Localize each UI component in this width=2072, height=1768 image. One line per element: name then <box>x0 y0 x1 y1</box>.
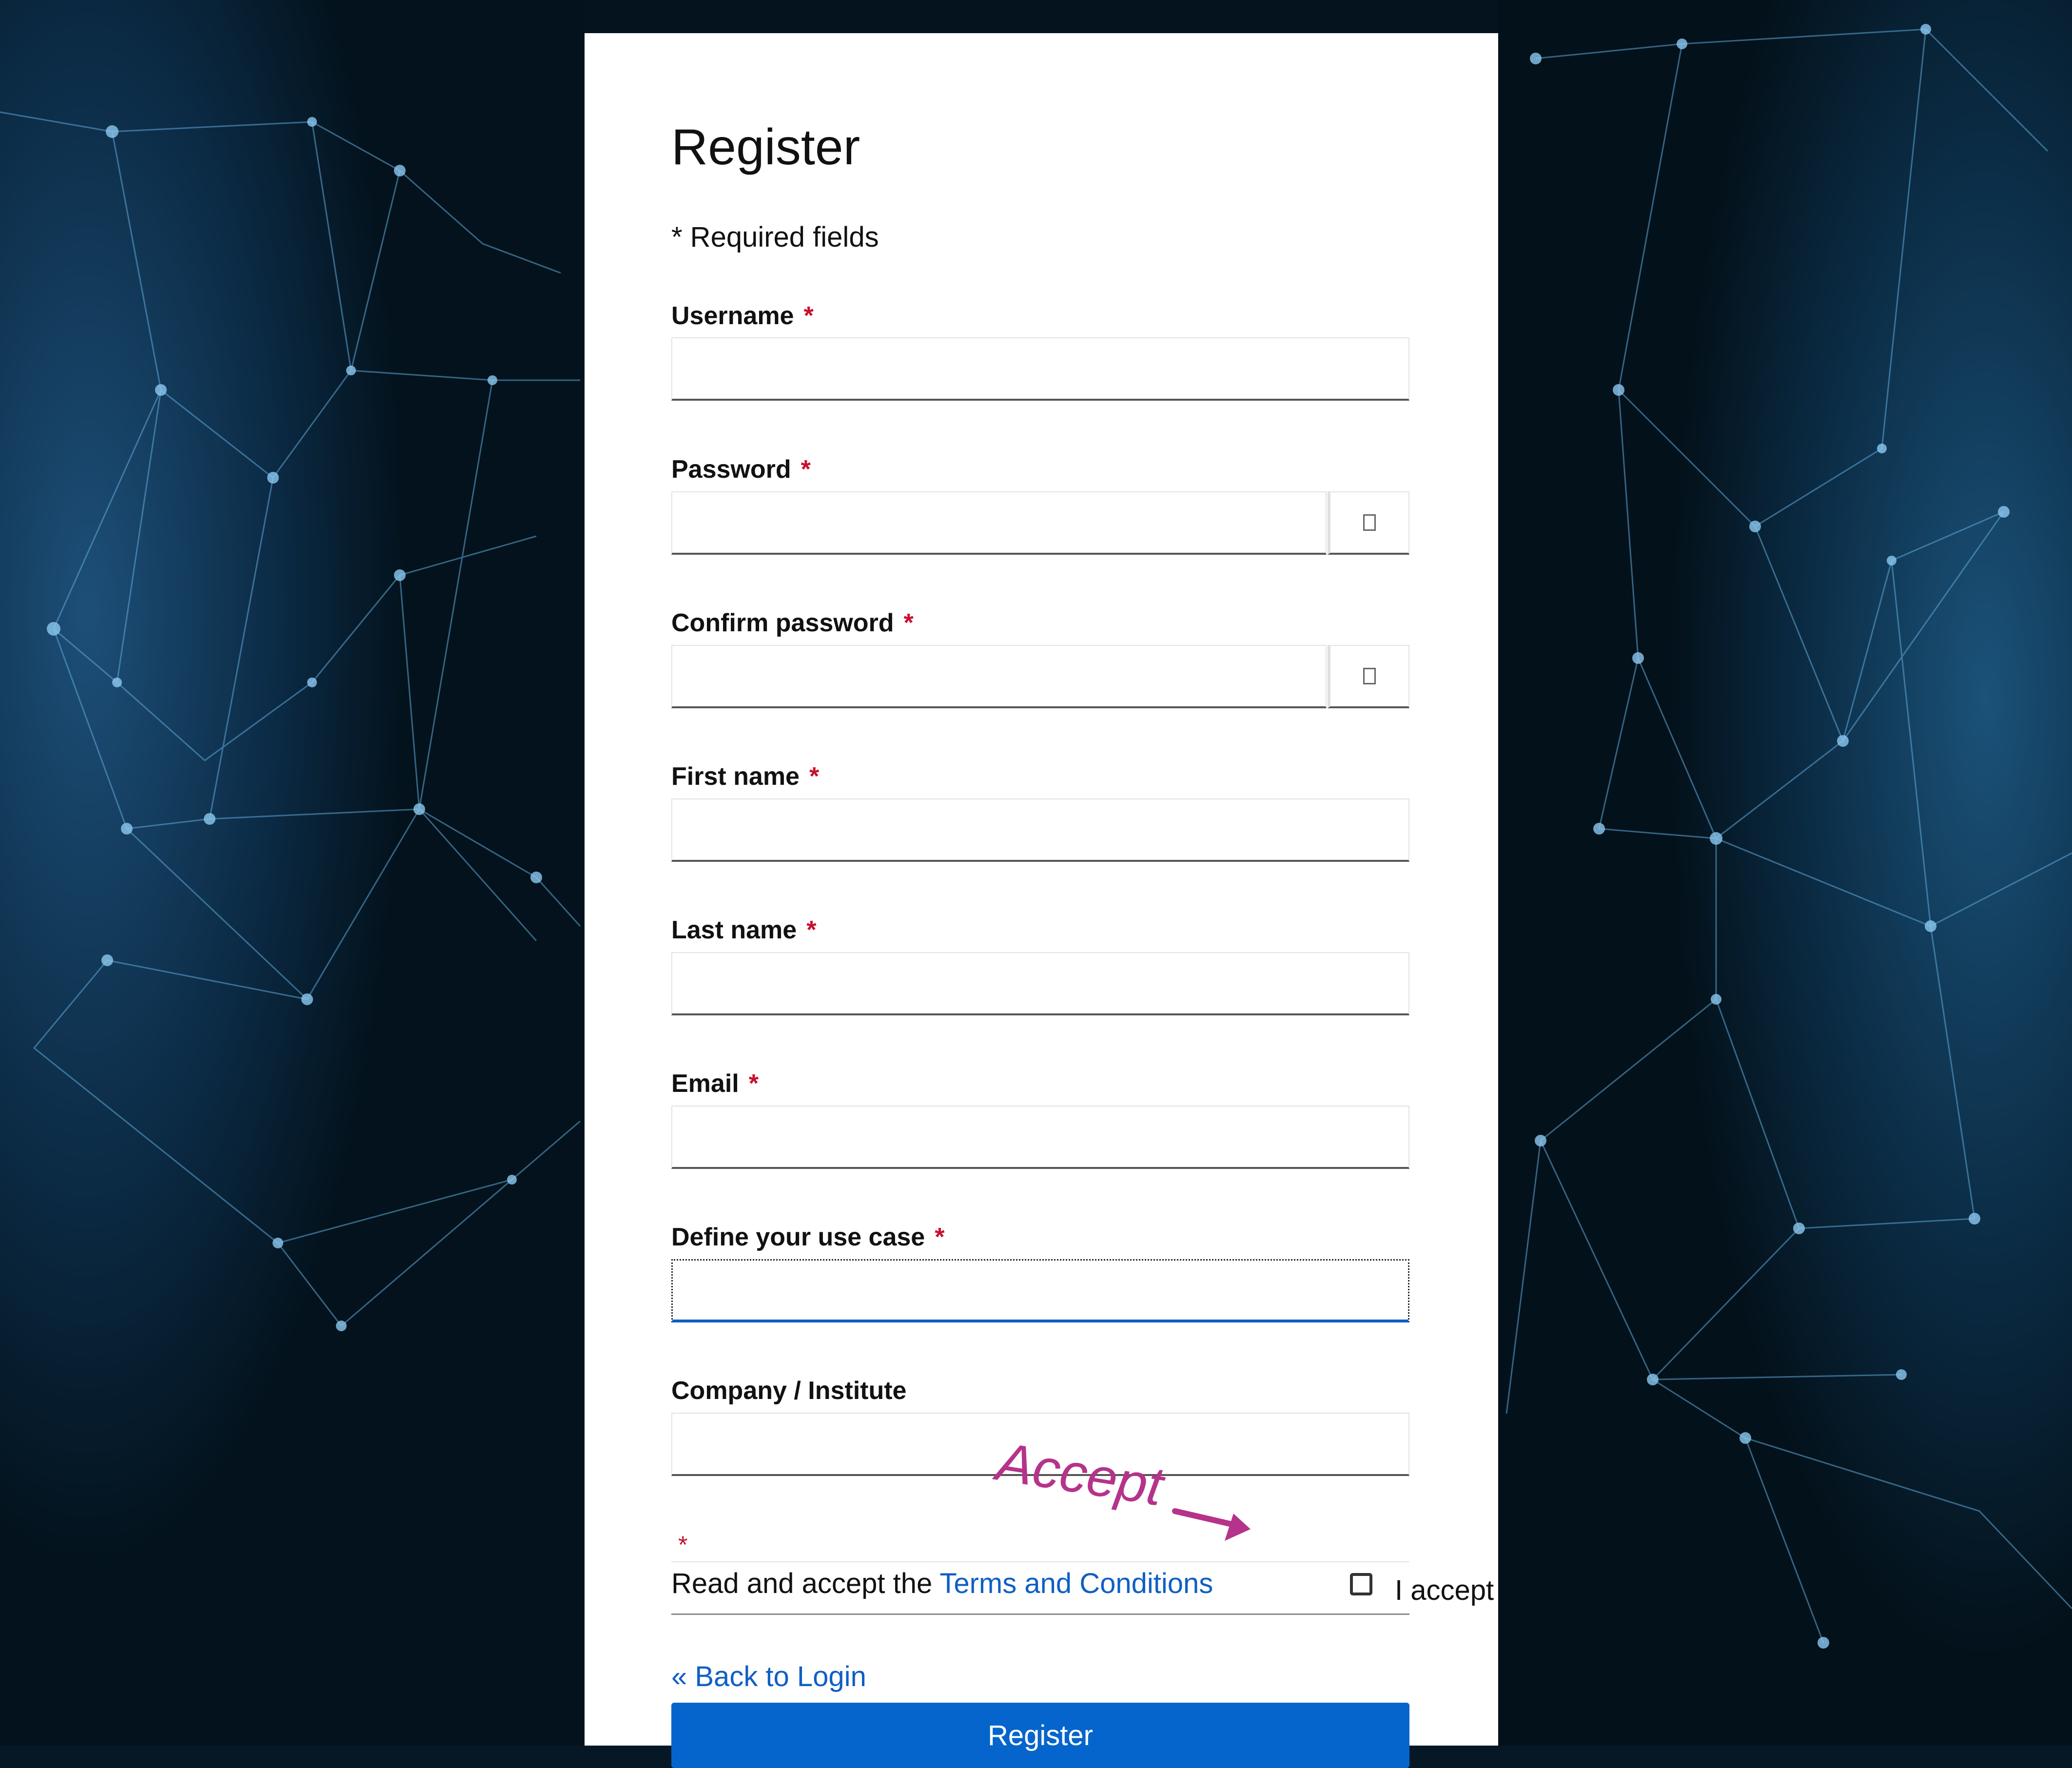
password-input[interactable] <box>671 491 1327 555</box>
email-input[interactable] <box>671 1106 1409 1169</box>
confirm-password-reveal-button[interactable] <box>1328 645 1409 708</box>
page-title: Register <box>671 119 860 175</box>
required-marker: * <box>801 455 811 484</box>
email-label: Email * <box>671 1069 759 1098</box>
last-name-label: Last name * <box>671 916 817 944</box>
required-marker: * <box>806 916 817 944</box>
required-marker: * <box>809 762 820 791</box>
terms-row: Read and accept the Terms and Conditions… <box>671 1561 1494 1615</box>
required-marker: * <box>748 1069 759 1098</box>
terms-accept-label: I accept <box>1395 1574 1494 1606</box>
accept-annotation: Accept <box>990 1430 1251 1541</box>
eye-icon <box>1363 514 1376 531</box>
username-input[interactable] <box>671 337 1409 401</box>
eye-icon <box>1363 668 1376 684</box>
register-button[interactable]: Register <box>671 1703 1409 1768</box>
required-fields-note: * Required fields <box>671 221 879 253</box>
terms-link[interactable]: Terms and Conditions <box>939 1568 1213 1599</box>
last-name-input[interactable] <box>671 952 1409 1015</box>
first-name-input[interactable] <box>671 798 1409 862</box>
accept-annotation-text: Accept <box>990 1430 1169 1517</box>
confirm-password-label: Confirm password * <box>671 609 914 637</box>
use-case-input[interactable] <box>671 1259 1409 1322</box>
terms-prefix: Read and accept the <box>671 1568 940 1599</box>
required-marker: * <box>803 302 814 330</box>
terms-required-marker: * <box>678 1531 688 1558</box>
arrowhead-icon <box>1225 1514 1251 1541</box>
back-to-login-link[interactable]: « Back to Login <box>671 1660 866 1693</box>
use-case-label: Define your use case * <box>671 1223 945 1251</box>
confirm-password-input[interactable] <box>671 645 1327 708</box>
password-reveal-button[interactable] <box>1328 491 1409 555</box>
username-label: Username * <box>671 302 814 330</box>
password-label: Password * <box>671 455 811 484</box>
required-marker: * <box>903 609 914 637</box>
terms-text: Read and accept the Terms and Conditions <box>671 1567 1213 1600</box>
arrow-icon <box>1172 1508 1241 1529</box>
terms-checkbox[interactable] <box>1350 1573 1372 1595</box>
first-name-label: First name * <box>671 762 820 791</box>
company-label: Company / Institute <box>671 1377 907 1405</box>
required-marker: * <box>935 1223 945 1251</box>
